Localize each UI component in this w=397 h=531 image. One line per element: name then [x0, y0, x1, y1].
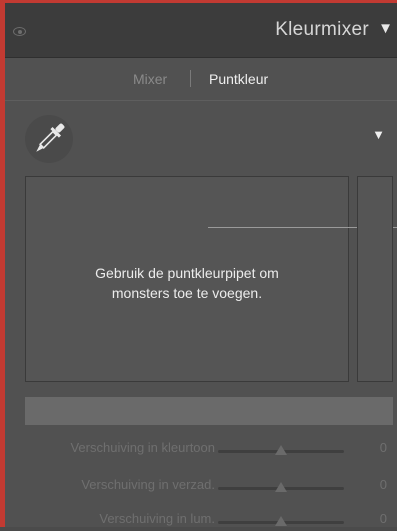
- slider-thumb[interactable]: [275, 482, 287, 492]
- slider-track[interactable]: [218, 445, 344, 455]
- tab-divider: [190, 70, 191, 87]
- tab-puntkleur[interactable]: Puntkleur: [209, 71, 268, 87]
- slider-saturation-shift: Verschuiving in verzad. 0: [5, 477, 397, 497]
- slider-value: 0: [379, 511, 387, 526]
- slider-label: Verschuiving in verzad.: [81, 477, 215, 492]
- tab-bar: Mixer Puntkleur: [5, 58, 397, 101]
- eyedropper-icon: [36, 123, 65, 152]
- slider-track[interactable]: [218, 482, 344, 492]
- sample-area: Gebruik de puntkleurpipet om monsters to…: [25, 176, 397, 382]
- slider-luminance-shift: Verschuiving in lum. 0: [5, 511, 397, 531]
- eyedropper-button[interactable]: [25, 115, 73, 163]
- empty-message: Gebruik de puntkleurpipet om monsters to…: [26, 263, 348, 303]
- tab-mixer[interactable]: Mixer: [133, 71, 167, 87]
- empty-message-line-1: Gebruik de puntkleurpipet om: [95, 265, 279, 281]
- panel-title: Kleurmixer: [275, 19, 369, 40]
- collapse-icon[interactable]: ▼: [378, 20, 393, 37]
- sample-swatch-bar: [25, 397, 393, 425]
- slider-thumb[interactable]: [275, 445, 287, 455]
- sample-side-strip: [357, 176, 393, 382]
- slider-hue-shift: Verschuiving in kleurtoon 0: [5, 440, 397, 460]
- slider-value: 0: [379, 477, 387, 492]
- slider-track[interactable]: [218, 516, 344, 526]
- slider-thumb[interactable]: [275, 516, 287, 526]
- panel-header[interactable]: Kleurmixer ▼: [5, 3, 397, 58]
- slider-label: Verschuiving in kleurtoon: [70, 440, 215, 455]
- picker-menu-icon[interactable]: ▼: [372, 127, 385, 142]
- eye-icon[interactable]: [13, 27, 26, 36]
- slider-label: Verschuiving in lum.: [99, 511, 215, 526]
- slider-value: 0: [379, 440, 387, 455]
- empty-message-line-2: monsters toe te voegen.: [111, 285, 263, 301]
- panel-frame: Kleurmixer ▼ Mixer Puntkleur ▼ Gebruik d…: [0, 0, 397, 527]
